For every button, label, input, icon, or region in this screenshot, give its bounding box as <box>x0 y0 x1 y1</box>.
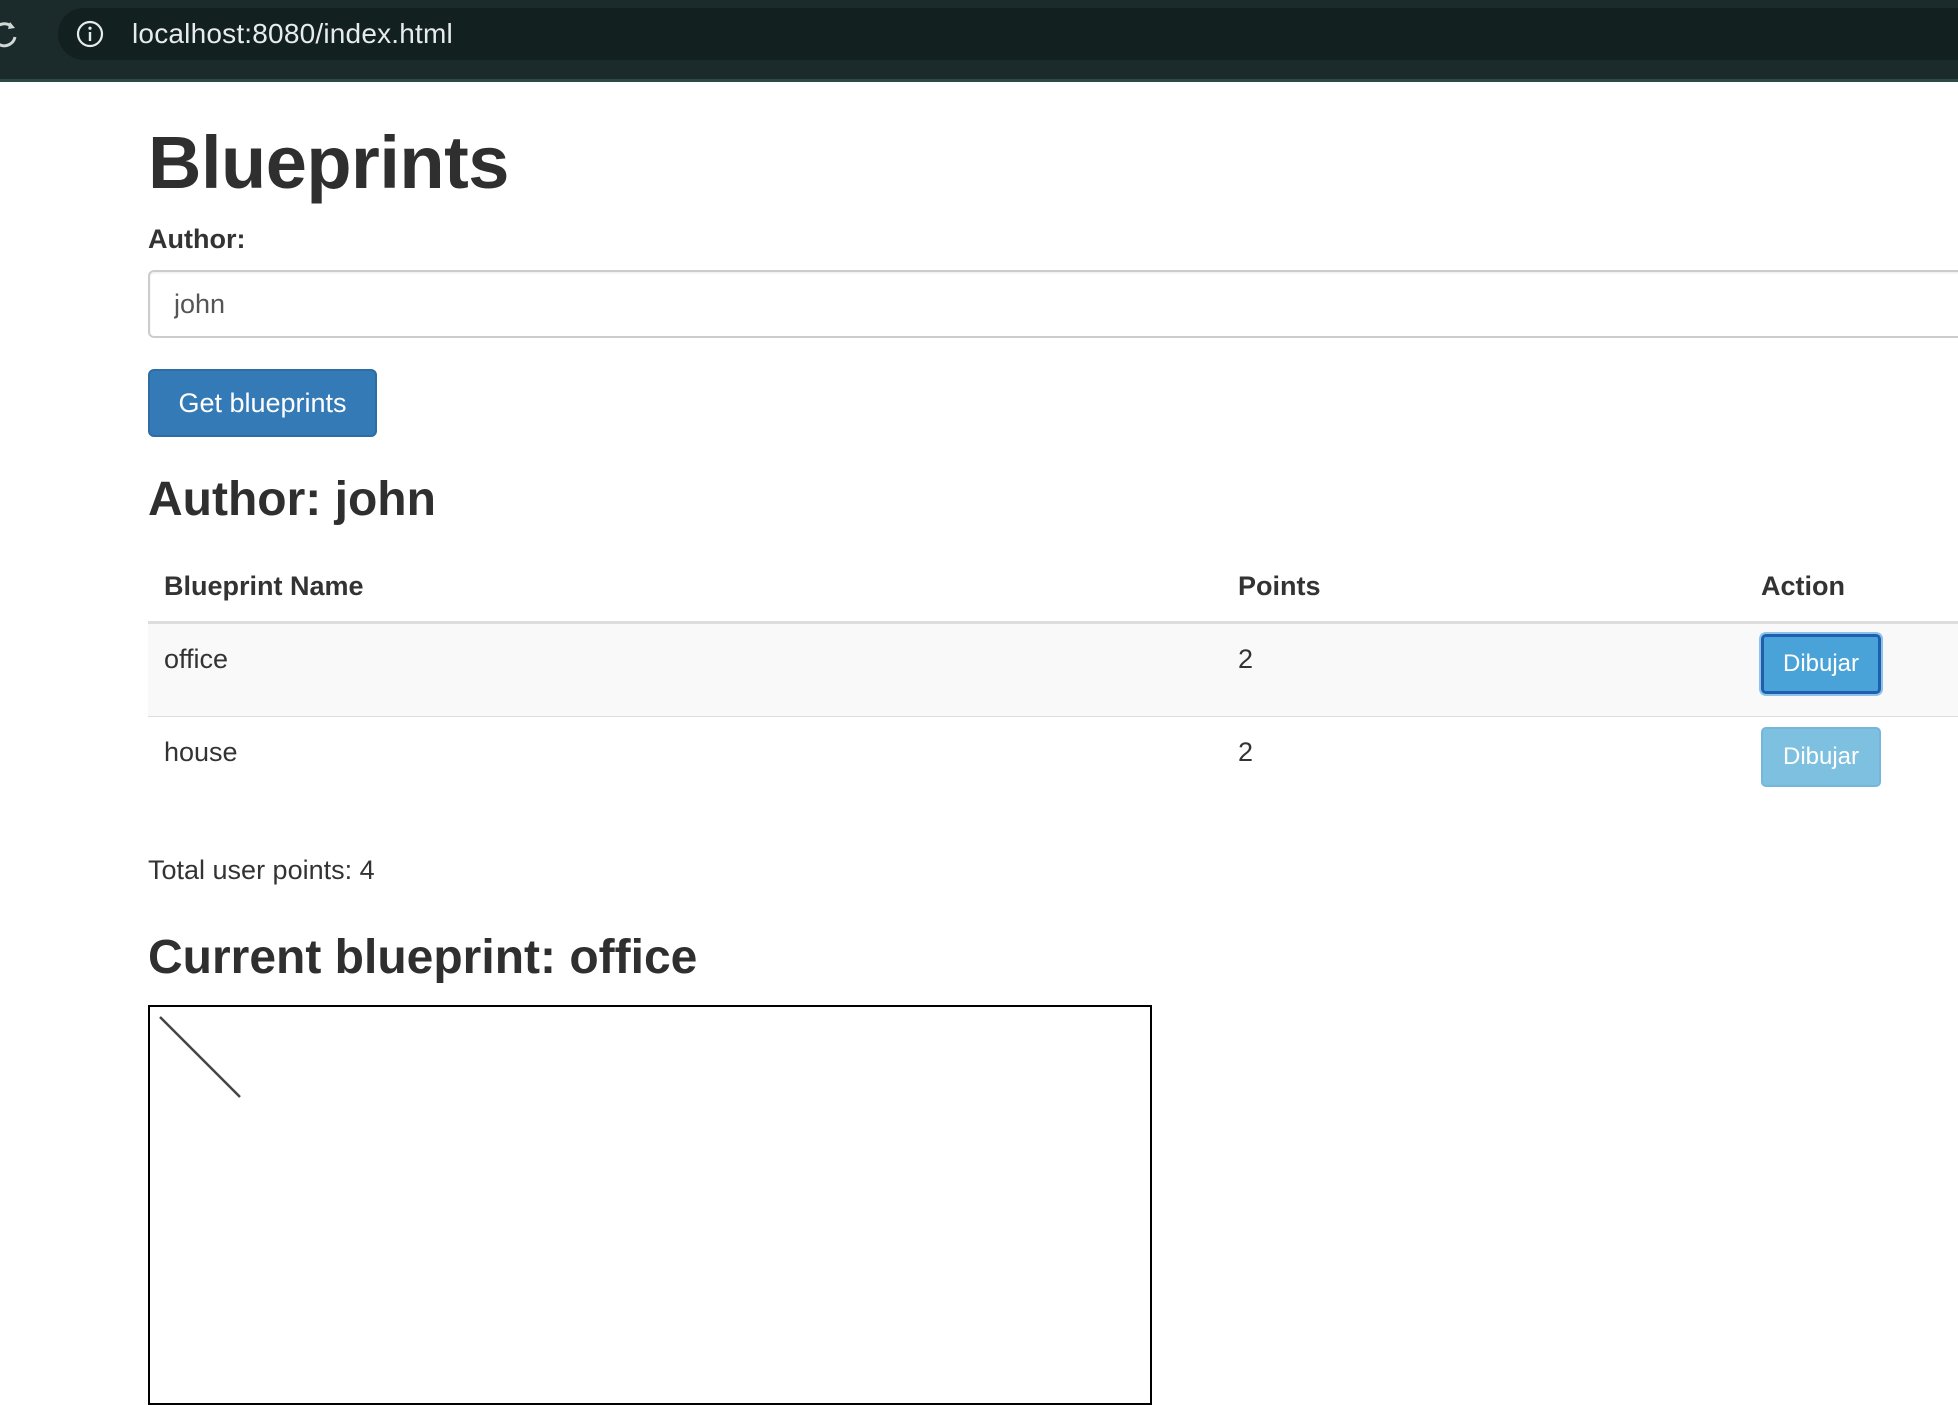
blueprint-action-cell: Dibujar <box>1745 621 1958 716</box>
browser-toolbar: localhost:8080/index.html <box>0 0 1958 82</box>
blueprint-points-cell: 2 <box>1222 715 1745 810</box>
page-title: Blueprints <box>148 121 509 204</box>
blueprint-points-cell: 2 <box>1222 621 1745 716</box>
table-row: office 2 Dibujar <box>148 621 1958 716</box>
blueprint-segment <box>159 1016 241 1098</box>
header-action: Action <box>1745 552 1958 624</box>
total-user-points: Total user points: 4 <box>148 855 375 885</box>
get-blueprints-button[interactable]: Get blueprints <box>148 369 377 437</box>
header-blueprint-name: Blueprint Name <box>148 552 1222 624</box>
blueprint-canvas[interactable] <box>148 1005 1152 1405</box>
author-label: Author: <box>148 224 246 254</box>
table-header-row: Blueprint Name Points Action <box>148 552 1958 624</box>
header-points: Points <box>1222 552 1745 624</box>
table-row: house 2 Dibujar <box>148 715 1958 810</box>
info-icon[interactable] <box>76 20 104 48</box>
address-bar[interactable]: localhost:8080/index.html <box>58 8 1958 60</box>
draw-button-house[interactable]: Dibujar <box>1761 726 1881 787</box>
blueprint-drawing <box>159 1016 241 1098</box>
author-heading: Author: john <box>148 473 436 526</box>
blueprint-name-cell: house <box>148 715 1222 810</box>
url-text[interactable]: localhost:8080/index.html <box>132 18 453 50</box>
blueprints-table: Blueprint Name Points Action office 2 Di… <box>148 552 1958 810</box>
reload-icon[interactable] <box>0 18 22 52</box>
draw-button-office[interactable]: Dibujar <box>1761 633 1881 694</box>
blueprint-name-cell: office <box>148 621 1222 716</box>
author-input[interactable] <box>148 270 1958 338</box>
current-blueprint-heading: Current blueprint: office <box>148 931 698 984</box>
blueprint-action-cell: Dibujar <box>1745 715 1958 810</box>
